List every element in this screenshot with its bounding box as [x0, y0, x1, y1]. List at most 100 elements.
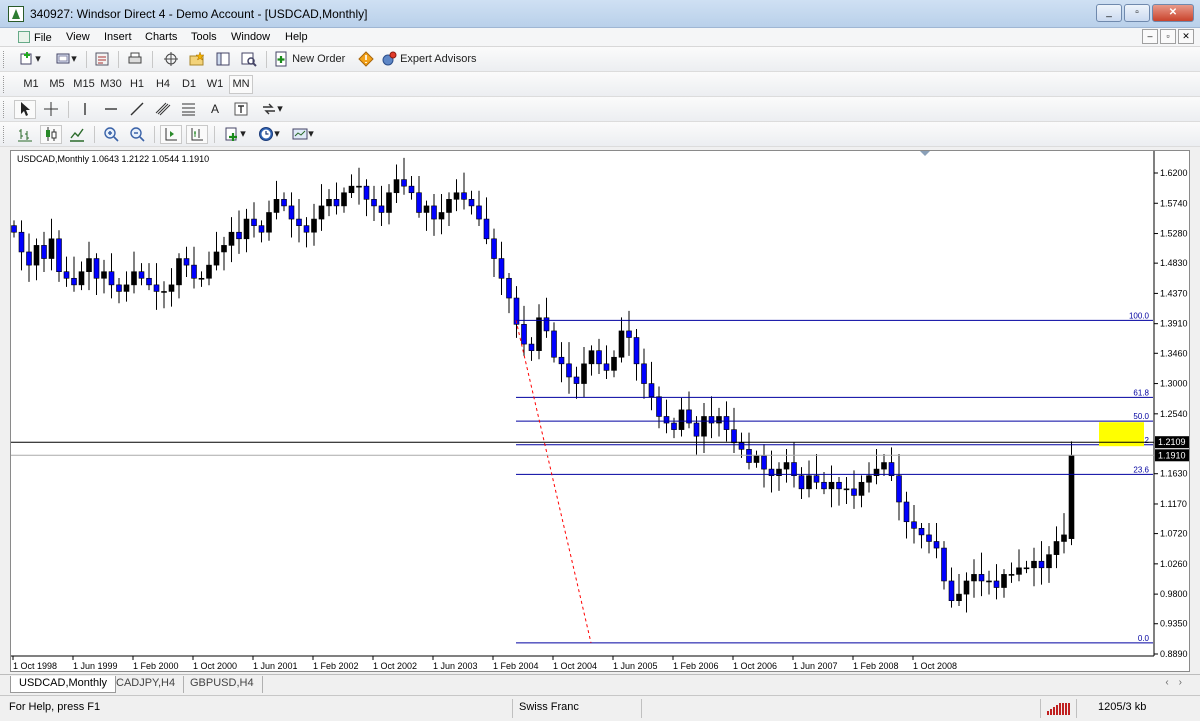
candle-body [1001, 574, 1007, 588]
minimize-button[interactable]: _ [1096, 4, 1122, 22]
chart-window[interactable]: 1.6200 1.5740 1.5280 1.4830 1.4370 1.3910 1.34… [10, 150, 1190, 672]
status-bar: For Help, press F1 Swiss Franc 1205/3 kb [0, 695, 1200, 721]
mdi-close-button[interactable]: ✕ [1178, 29, 1194, 44]
arrows-icon [263, 103, 276, 115]
candle-body [168, 284, 175, 292]
bar-chart-button[interactable] [14, 125, 36, 144]
candle-body [341, 192, 347, 207]
menu-view[interactable]: View [62, 30, 94, 44]
candle-body [228, 231, 235, 246]
menu-tools[interactable]: Tools [187, 30, 221, 44]
timeframe-h4[interactable]: H4 [151, 75, 175, 94]
candle-body [363, 185, 370, 200]
new-order-button[interactable]: New Order [272, 50, 354, 69]
zoom-out-icon [130, 127, 145, 142]
line-studies-toolbar: A ▾ [0, 97, 1200, 122]
favorites-button[interactable] [186, 50, 208, 69]
chart-header: USDCAD,Monthly 1.0643 1.2122 1.0544 1.19… [17, 154, 210, 164]
vertical-line-icon [84, 103, 86, 116]
crosshair-button[interactable] [40, 100, 62, 119]
auto-scroll-button[interactable] [160, 125, 182, 144]
candle-body [318, 205, 325, 220]
close-button[interactable]: ✕ [1152, 4, 1194, 22]
candle-body [633, 337, 640, 365]
timeframe-m1[interactable]: M1 [19, 75, 43, 94]
tab-scroll-arrows[interactable]: ‹› [1165, 677, 1192, 688]
candle-body [378, 205, 385, 213]
arrows-button[interactable]: ▾ [256, 100, 288, 119]
candle-body [573, 376, 580, 384]
timeframe-m30[interactable]: M30 [98, 75, 124, 94]
indicators-button[interactable]: ▾ [220, 125, 250, 144]
candle-body [326, 199, 332, 207]
candle-body [63, 271, 70, 279]
print-button[interactable] [124, 50, 146, 69]
price-tick-label: 1.5740 [1160, 198, 1188, 208]
status-help: For Help, press F1 [9, 701, 101, 713]
text-a-icon: A [210, 102, 219, 116]
candle-body [903, 501, 910, 523]
price-tick-label: 0.9800 [1160, 589, 1188, 599]
tab-cadjpy-h4[interactable]: CADJPY,H4 [108, 676, 185, 693]
new-chart-button[interactable]: ▾ [14, 50, 46, 69]
equidistant-channel-button[interactable] [152, 100, 174, 119]
candle-body [551, 330, 557, 358]
fibonacci-button[interactable] [178, 100, 200, 119]
market-watch-button[interactable] [92, 50, 112, 69]
horizontal-line-button[interactable] [100, 100, 122, 119]
candle-body [821, 481, 827, 490]
templates-button[interactable]: ▾ [288, 125, 318, 144]
timeframe-d1[interactable]: D1 [177, 75, 201, 94]
price-tick-label: 0.9350 [1160, 619, 1188, 629]
menu-help[interactable]: Help [281, 30, 312, 44]
autotrading-indicator[interactable] [356, 50, 376, 69]
text-label-icon [234, 102, 248, 116]
crosshair-nav-button[interactable] [160, 50, 182, 69]
candle-body [33, 245, 40, 266]
candle-body [851, 488, 857, 496]
strategy-tester-button[interactable] [238, 50, 260, 69]
status-profile: Swiss Franc [519, 701, 579, 713]
chart-shift-button[interactable] [186, 125, 208, 144]
menu-insert[interactable]: Insert [100, 30, 136, 44]
profiles-button[interactable]: ▾ [50, 50, 82, 69]
cursor-button[interactable] [14, 100, 36, 119]
mdi-minimize-button[interactable]: – [1142, 29, 1158, 44]
trendline-button[interactable] [126, 100, 148, 119]
cursor-arrow-icon [21, 102, 30, 117]
expert-advisors-button[interactable]: Expert Advisors [380, 50, 484, 69]
candle-body [708, 416, 715, 424]
tab-gbpusd-h4[interactable]: GBPUSD,H4 [182, 676, 263, 693]
candle-body [656, 396, 662, 417]
zoom-out-button[interactable] [126, 125, 148, 144]
candle-body [588, 350, 595, 365]
price-chart[interactable]: 1.6200 1.5740 1.5280 1.4830 1.4370 1.3910 1.34… [11, 151, 1189, 671]
text-label-button[interactable] [230, 100, 252, 119]
periods-button[interactable]: ▾ [254, 125, 284, 144]
candle-body [693, 422, 700, 437]
candle-body [1031, 560, 1037, 569]
vertical-line-button[interactable] [74, 100, 96, 119]
menu-charts[interactable]: Charts [141, 30, 181, 44]
timeframe-mn[interactable]: MN [229, 75, 253, 94]
candlestick-button[interactable] [40, 125, 62, 144]
mdi-restore-button[interactable]: ▫ [1160, 29, 1176, 44]
candle-body [536, 317, 542, 351]
candle-body [648, 383, 655, 398]
timeframe-h1[interactable]: H1 [125, 75, 149, 94]
maximize-button[interactable]: ▫ [1124, 4, 1150, 22]
candle-body [933, 541, 940, 549]
timeframe-w1[interactable]: W1 [203, 75, 227, 94]
text-button[interactable]: A [204, 100, 226, 119]
menu-file[interactable]: File [14, 30, 56, 45]
timeframe-m15[interactable]: M15 [71, 75, 97, 94]
zoom-in-button[interactable] [100, 125, 122, 144]
price-tick-label: 1.1170 [1160, 499, 1187, 509]
timeframe-m5[interactable]: M5 [45, 75, 69, 94]
tab-usdcad-monthly[interactable]: USDCAD,Monthly [10, 676, 117, 693]
line-chart-button[interactable] [66, 125, 88, 144]
menu-window[interactable]: Window [227, 30, 274, 44]
terminal-button[interactable] [212, 50, 234, 69]
price-tick-label: 1.0260 [1160, 559, 1188, 569]
new-chart-icon [20, 52, 32, 65]
